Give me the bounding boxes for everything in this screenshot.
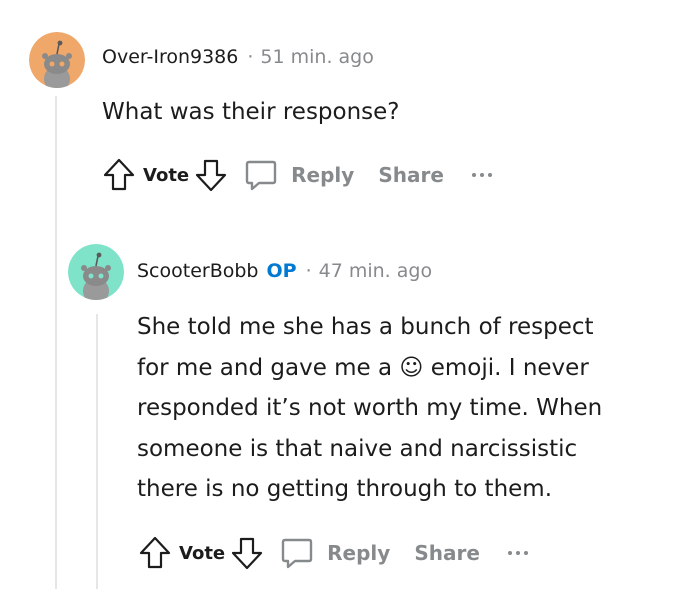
avatar[interactable] xyxy=(29,32,85,88)
downvote-icon xyxy=(232,537,263,570)
op-badge: OP xyxy=(266,260,297,282)
comment-meta: Over-Iron9386 · 51 min. ago xyxy=(102,46,374,68)
separator-dot: · xyxy=(305,260,312,282)
upvote-button[interactable] xyxy=(137,533,173,573)
comment-actions: Vote Reply Share xyxy=(101,153,492,197)
reply-button[interactable] xyxy=(277,533,317,573)
username[interactable]: Over-Iron9386 xyxy=(102,46,238,68)
comment-line: She told me she has a bunch of respect xyxy=(137,314,594,340)
vote-label: Vote xyxy=(143,164,190,186)
more-options-icon[interactable] xyxy=(507,543,528,563)
downvote-button[interactable] xyxy=(193,155,229,195)
username[interactable]: ScooterBobb xyxy=(137,260,259,282)
comment-line: there is no getting through to them. xyxy=(137,476,553,502)
speech-bubble-icon xyxy=(245,160,277,191)
more-options-icon[interactable] xyxy=(471,165,492,185)
timestamp[interactable]: 47 min. ago xyxy=(319,260,432,282)
share-button[interactable]: Share xyxy=(378,163,444,187)
snoo-avatar-icon xyxy=(68,244,124,300)
separator-dot: · xyxy=(247,46,254,68)
reply-label[interactable]: Reply xyxy=(291,163,354,187)
comment-body: What was their response? xyxy=(102,92,400,133)
reply-button[interactable] xyxy=(241,155,281,195)
reply-label[interactable]: Reply xyxy=(327,541,390,565)
comment-line: for me and gave me a ☺ emoji. I never xyxy=(137,354,589,381)
share-button[interactable]: Share xyxy=(414,541,480,565)
upvote-icon xyxy=(103,158,135,191)
upvote-button[interactable] xyxy=(101,155,137,195)
thread-line-root[interactable] xyxy=(55,96,57,589)
comment-meta: ScooterBobb OP · 47 min. ago xyxy=(137,260,432,282)
speech-bubble-icon xyxy=(281,538,313,569)
comment-actions: Vote Reply Share xyxy=(137,531,528,575)
thread-line-reply[interactable] xyxy=(96,314,98,589)
avatar[interactable] xyxy=(68,244,124,300)
vote-label: Vote xyxy=(179,542,226,564)
snoo-avatar-icon xyxy=(29,32,85,88)
downvote-button[interactable] xyxy=(229,533,265,573)
downvote-icon xyxy=(196,159,227,192)
timestamp[interactable]: 51 min. ago xyxy=(260,46,373,68)
upvote-icon xyxy=(139,536,171,569)
comment-line: responded it’s not worth my time. When xyxy=(137,395,603,421)
comment-line: someone is that naive and narcissistic xyxy=(137,435,578,462)
comment-text: What was their response? xyxy=(102,99,400,125)
comment-body: She told me she has a bunch of respect f… xyxy=(137,307,602,510)
